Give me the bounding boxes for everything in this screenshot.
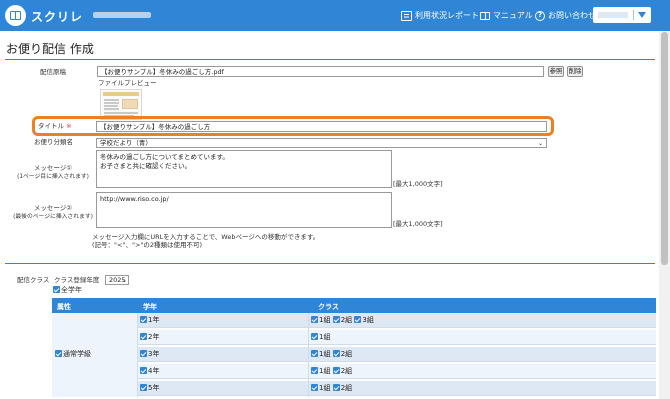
grade-checkbox[interactable]: 4年: [140, 364, 159, 379]
class-checkboxes[interactable]: 1組 2組: [311, 364, 352, 379]
header-grade: 学年: [143, 303, 157, 311]
classes-label: 配信クラス: [17, 276, 50, 284]
grade-checkbox[interactable]: 2年: [140, 330, 159, 345]
class-checkboxes[interactable]: 1組 2組: [311, 347, 352, 362]
message1-textarea[interactable]: 冬休みの過ごし方についてまとめています。 お子さまと共に確認ください。: [96, 150, 392, 188]
app-header: スクリレ 利用状況レポート マニュアル ? お問い合わせ: [0, 0, 670, 31]
browse-button[interactable]: 参照: [548, 66, 564, 77]
usage-report-label: 利用状況レポート: [415, 11, 479, 20]
divider: [5, 59, 655, 60]
manual-link[interactable]: マニュアル: [480, 10, 533, 21]
page-title: お便り配信 作成: [6, 42, 94, 56]
all-grades-checkbox[interactable]: 全学年: [53, 286, 82, 295]
source-file-field[interactable]: 【お便りサンプル】冬休みの過ごし方.pdf: [97, 66, 544, 77]
contact-link[interactable]: ? お問い合わせ: [535, 10, 596, 21]
attribute-checkbox[interactable]: 通常学級: [55, 349, 91, 359]
category-select[interactable]: 学校だより（青） ⌄: [96, 138, 547, 148]
chevron-down-icon: ⌄: [537, 140, 543, 147]
message2-textarea[interactable]: http://www.riso.co.jp/: [96, 192, 392, 228]
header-attribute: 属性: [57, 303, 71, 311]
table-row: 5年 1組 2組: [52, 381, 656, 396]
scrollbar-thumb[interactable]: [661, 32, 668, 265]
class-checkboxes[interactable]: 1組: [311, 330, 330, 345]
chevron-down-icon: ⌄: [121, 277, 127, 284]
contact-label: お問い合わせ: [548, 11, 596, 20]
user-menu[interactable]: [593, 7, 651, 23]
grade-checkbox[interactable]: 3年: [140, 347, 159, 362]
manual-label: マニュアル: [493, 11, 533, 20]
year-select[interactable]: 2025 ⌄: [105, 275, 129, 285]
attribute-cell: 通常学級: [52, 313, 138, 397]
organization-name: [93, 12, 151, 18]
grade-checkbox[interactable]: 1年: [140, 313, 159, 328]
table-row: 2年 1組: [52, 330, 656, 345]
report-icon: [401, 10, 412, 21]
class-checkboxes[interactable]: 1組 2組 3組: [311, 313, 374, 328]
table-row: 1年 1組 2組 3組: [52, 313, 656, 328]
title-input[interactable]: 【お便りサンプル】冬休みの過ごし方: [96, 121, 547, 132]
message1-label: メッセージ① (1ページ目に挿入されます): [17, 164, 89, 180]
required-mark: ※: [66, 122, 72, 130]
message1-limit: [最大1,000文字]: [393, 180, 443, 188]
usage-report-link[interactable]: 利用状況レポート: [401, 10, 479, 21]
table-header: 属性 学年 クラス: [52, 298, 656, 313]
message2-label: メッセージ② (最後のページに挿入されます): [13, 204, 93, 220]
book-icon: [480, 11, 490, 20]
preview-label: ファイルプレビュー: [98, 79, 157, 87]
year-label: クラス登録年度: [54, 276, 100, 284]
title-label: タイトル ※: [38, 122, 72, 130]
checkbox-checked-icon: [53, 286, 60, 293]
table-row: 3年 1組 2組: [52, 347, 656, 362]
grade-checkbox[interactable]: 5年: [140, 381, 159, 396]
chevron-down-icon: [638, 12, 646, 18]
logo-icon[interactable]: [5, 5, 26, 26]
message2-limit: [最大1,000文字]: [393, 220, 443, 228]
table-row: 4年 1組 2組: [52, 364, 656, 379]
header-class: クラス: [318, 303, 339, 311]
delete-button[interactable]: 削除: [567, 66, 583, 77]
user-name: [598, 12, 628, 18]
category-value: 学校だより（青）: [100, 139, 152, 147]
category-label: お便り分類名: [34, 138, 73, 146]
source-label: 配信原稿: [40, 68, 66, 76]
class-checkboxes[interactable]: 1組 2組: [311, 381, 352, 396]
brand-name[interactable]: スクリレ: [31, 8, 83, 25]
url-note-line2: (記号："<"、">"の2種類は使用不可): [92, 241, 203, 249]
section-divider: [5, 263, 655, 264]
help-icon: ?: [535, 10, 545, 21]
